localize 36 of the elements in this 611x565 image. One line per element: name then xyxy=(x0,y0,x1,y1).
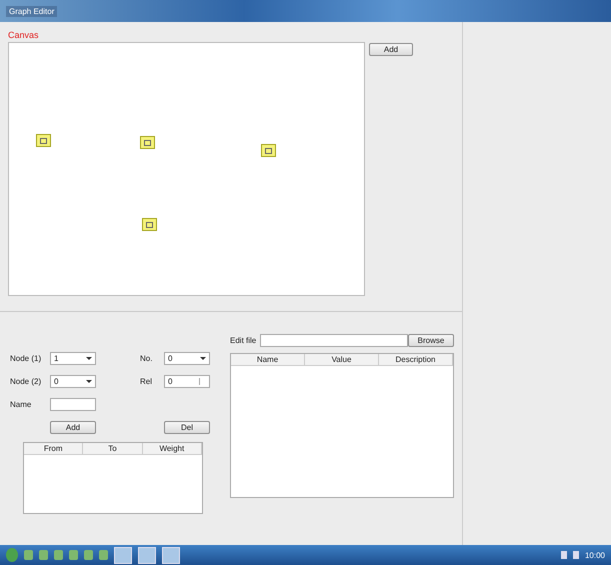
taskbar-window-icon[interactable] xyxy=(138,546,156,564)
start-button[interactable] xyxy=(6,548,18,562)
input-field[interactable] xyxy=(50,398,96,411)
taskbar-window-icon[interactable] xyxy=(114,546,132,564)
dropdown-arrow-icon xyxy=(86,380,92,383)
file-path-field[interactable] xyxy=(260,334,408,347)
dropdown-arrow-icon xyxy=(86,357,92,360)
browse-button[interactable]: Browse xyxy=(408,334,454,347)
field-label: No. xyxy=(140,354,154,363)
field-label: Name xyxy=(10,400,32,409)
field-label: Node (2) xyxy=(10,377,42,386)
field-label: Node (1) xyxy=(10,354,42,363)
field-label: Rel xyxy=(140,377,154,386)
graph-node[interactable] xyxy=(142,218,157,231)
column-header[interactable]: Name xyxy=(231,354,305,365)
input-field[interactable]: 0 xyxy=(50,375,96,388)
column-header[interactable]: Weight xyxy=(142,443,202,454)
input-field[interactable]: 0 xyxy=(164,375,210,388)
column-header[interactable]: From xyxy=(24,443,84,454)
file-label: Edit file xyxy=(230,336,258,345)
graph-node[interactable] xyxy=(140,136,155,149)
delete-button[interactable]: Del xyxy=(164,421,210,434)
input-field[interactable]: 1 xyxy=(50,352,96,365)
add-button[interactable]: Add xyxy=(50,421,96,434)
add-button[interactable]: Add xyxy=(369,43,413,56)
dropdown-arrow-icon xyxy=(200,357,206,360)
column-header[interactable]: To xyxy=(83,443,143,454)
clock: 10:00 xyxy=(584,550,605,560)
graph-node[interactable] xyxy=(36,134,51,147)
window-title: Graph Editor xyxy=(6,6,58,16)
graph-node[interactable] xyxy=(261,144,276,157)
column-header[interactable]: Description xyxy=(379,354,453,365)
canvas-label: Canvas xyxy=(8,30,40,42)
taskbar-window-icon[interactable] xyxy=(162,546,180,564)
column-header[interactable]: Value xyxy=(305,354,379,365)
input-field[interactable]: 0 xyxy=(164,352,210,365)
